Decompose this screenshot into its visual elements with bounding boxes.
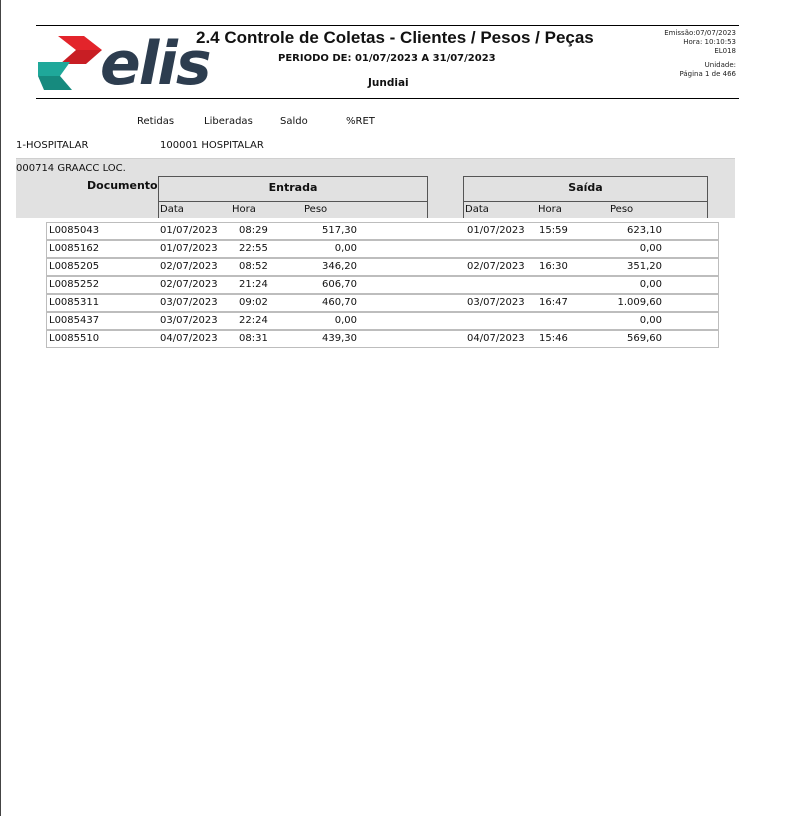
cell-saida-peso: 0,00 — [639, 315, 662, 326]
cell-entrada-peso: 439,30 — [322, 333, 357, 344]
cell-entrada-hora: 21:24 — [239, 279, 268, 290]
cell-documento: L0085162 — [49, 243, 100, 254]
documento-header: Documento — [87, 179, 158, 192]
cell-saida-peso: 1.009,60 — [617, 297, 662, 308]
cell-documento: L0085205 — [49, 261, 100, 272]
elis-logo-mark — [38, 36, 102, 90]
table-row: L0085510 04/07/2023 08:31 439,30 04/07/2… — [46, 330, 719, 348]
cell-entrada-peso: 517,30 — [322, 225, 357, 236]
meta-pagina: Página 1 de 466 — [679, 70, 736, 78]
cell-entrada-data: 03/07/2023 — [160, 315, 218, 326]
cell-entrada-data: 02/07/2023 — [160, 261, 218, 272]
cell-entrada-data: 02/07/2023 — [160, 279, 218, 290]
header-bottom-rule — [36, 98, 739, 99]
cell-saida-peso: 623,10 — [627, 225, 662, 236]
meta-unidade: Unidade: — [704, 61, 736, 69]
table-row: L0085311 03/07/2023 09:02 460,70 03/07/2… — [46, 294, 719, 312]
cell-entrada-data: 01/07/2023 — [160, 225, 218, 236]
summary-liberadas: Liberadas — [204, 116, 253, 127]
cell-saida-peso: 569,60 — [627, 333, 662, 344]
cell-entrada-peso: 0,00 — [334, 243, 357, 254]
emissao-label: Emissão: — [664, 29, 696, 37]
meta-emissao: Emissão:07/07/2023 — [640, 29, 736, 37]
report-title: 2.4 Controle de Coletas - Clientes / Pes… — [196, 28, 594, 47]
cell-saida-hora: 15:59 — [539, 225, 568, 236]
cell-entrada-data: 03/07/2023 — [160, 297, 218, 308]
table-row: L0085205 02/07/2023 08:52 346,20 02/07/2… — [46, 258, 719, 276]
group-sub: 100001 HOSPITALAR — [160, 140, 264, 151]
summary-saldo: Saldo — [280, 116, 308, 127]
table-row: L0085162 01/07/2023 22:55 0,00 0,00 — [46, 240, 719, 258]
saida-col-hora: Hora — [538, 204, 562, 215]
cell-saida-hora: 16:47 — [539, 297, 568, 308]
cell-documento: L0085437 — [49, 315, 100, 326]
entrada-col-peso: Peso — [304, 204, 328, 215]
entrada-divider — [159, 201, 427, 202]
group-code: 1-HOSPITALAR — [16, 140, 89, 151]
hora-label: Hora: — [683, 38, 703, 46]
report-city: Jundiai — [368, 77, 409, 89]
cell-entrada-hora: 08:29 — [239, 225, 268, 236]
cell-entrada-data: 01/07/2023 — [160, 243, 218, 254]
cell-entrada-hora: 22:24 — [239, 315, 268, 326]
summary-retidas: Retidas — [137, 116, 175, 127]
cell-saida-data: 03/07/2023 — [467, 297, 525, 308]
elis-logo-text: elis — [100, 29, 212, 99]
cell-saida-peso: 0,00 — [639, 279, 662, 290]
cell-documento: L0085510 — [49, 333, 100, 344]
cell-entrada-peso: 346,20 — [322, 261, 357, 272]
cell-entrada-peso: 460,70 — [322, 297, 357, 308]
cell-entrada-hora: 08:31 — [239, 333, 268, 344]
table-row: L0085437 03/07/2023 22:24 0,00 0,00 — [46, 312, 719, 330]
entrada-header-box: Entrada Data Hora Peso — [158, 176, 428, 218]
meta-user: EL018 — [714, 47, 736, 55]
entrada-col-hora: Hora — [232, 204, 256, 215]
table-row: L0085252 02/07/2023 21:24 606,70 0,00 — [46, 276, 719, 294]
emissao-value: 07/07/2023 — [695, 29, 736, 37]
cell-entrada-hora: 09:02 — [239, 297, 268, 308]
elis-logo: elis — [36, 32, 212, 94]
cell-entrada-data: 04/07/2023 — [160, 333, 218, 344]
cell-saida-peso: 0,00 — [639, 243, 662, 254]
table-header-band: 000714 GRAACC LOC. Documento Entrada Dat… — [16, 158, 735, 218]
cell-saida-peso: 351,20 — [627, 261, 662, 272]
report-period: PERIODO DE: 01/07/2023 A 31/07/2023 — [278, 53, 496, 64]
saida-col-data: Data — [465, 204, 489, 215]
saida-header-box: Saída Data Hora Peso — [463, 176, 708, 218]
cell-documento: L0085311 — [49, 297, 100, 308]
cell-saida-data: 01/07/2023 — [467, 225, 525, 236]
table-row: L0085043 01/07/2023 08:29 517,30 01/07/2… — [46, 222, 719, 240]
cell-documento: L0085043 — [49, 225, 100, 236]
hora-value: 10:10:53 — [704, 38, 736, 46]
page-border — [0, 0, 1, 816]
cell-saida-data: 02/07/2023 — [467, 261, 525, 272]
cell-saida-data: 04/07/2023 — [467, 333, 525, 344]
meta-hora: Hora: 10:10:53 — [640, 38, 736, 46]
client-name: 000714 GRAACC LOC. — [16, 163, 126, 174]
saida-divider — [464, 201, 707, 202]
entrada-header: Entrada — [268, 181, 318, 194]
cell-entrada-hora: 08:52 — [239, 261, 268, 272]
cell-entrada-peso: 606,70 — [322, 279, 357, 290]
cell-entrada-peso: 0,00 — [334, 315, 357, 326]
summary-ret: %RET — [346, 116, 375, 127]
header-top-rule — [36, 25, 739, 26]
entrada-col-data: Data — [160, 204, 184, 215]
cell-documento: L0085252 — [49, 279, 100, 290]
cell-saida-hora: 16:30 — [539, 261, 568, 272]
cell-saida-hora: 15:46 — [539, 333, 568, 344]
saida-header: Saída — [568, 181, 603, 194]
saida-col-peso: Peso — [610, 204, 634, 215]
cell-entrada-hora: 22:55 — [239, 243, 268, 254]
